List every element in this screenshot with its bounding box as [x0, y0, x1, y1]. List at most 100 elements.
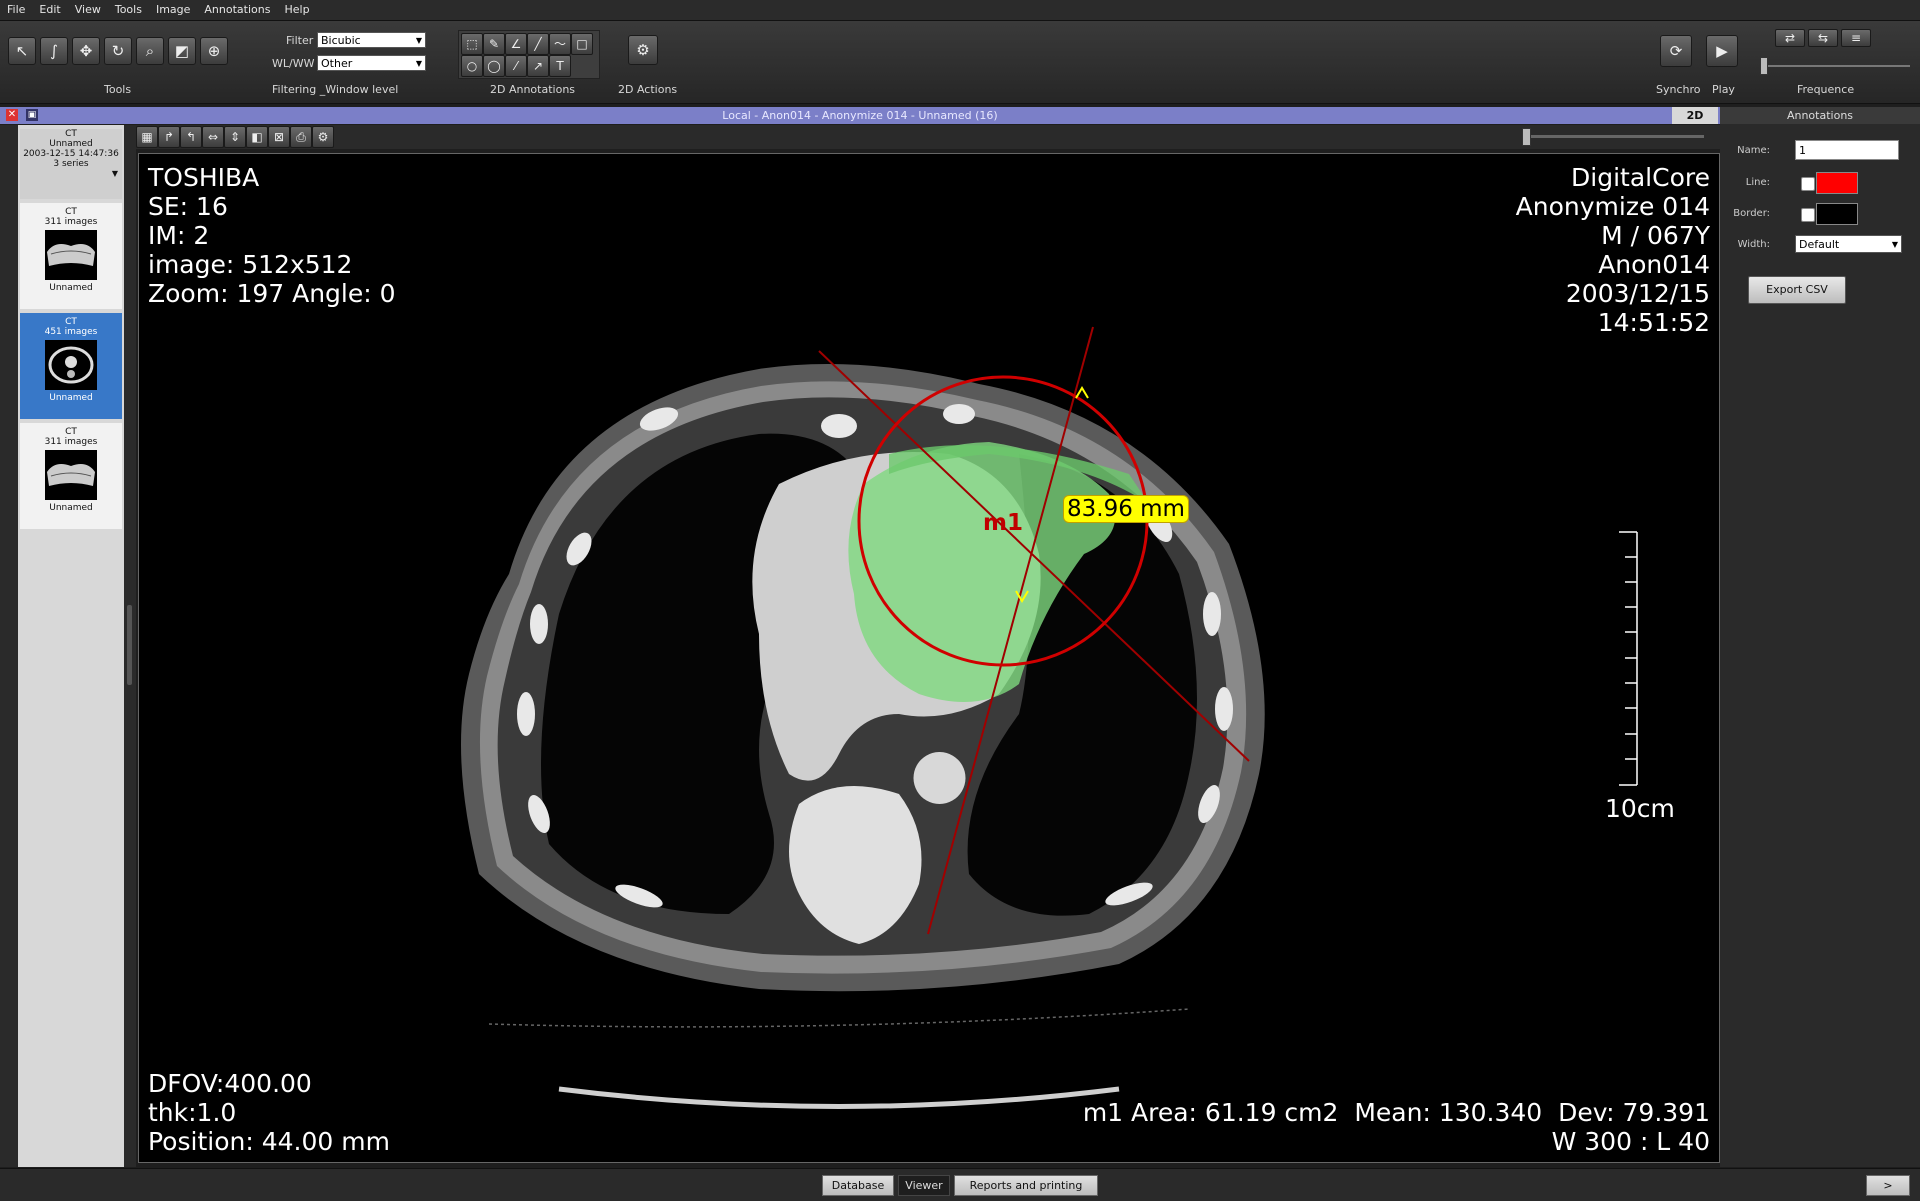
- layout-grid-icon[interactable]: ▦: [136, 126, 158, 148]
- overlay-image-number: IM: 2: [148, 221, 210, 250]
- annotation-tools-panel: ⬚ ✎ ∠ ╱ 〜 □ ○ ◯ ⁄ ↗ T: [458, 30, 600, 79]
- width-select[interactable]: Default ▼: [1795, 235, 1902, 253]
- menu-edit[interactable]: Edit: [32, 0, 67, 20]
- crosshair-tool-icon[interactable]: ⊕: [200, 37, 228, 65]
- play-icon[interactable]: ▶: [1706, 35, 1738, 67]
- rectangle-icon[interactable]: □: [571, 33, 593, 55]
- scale-bar: [1619, 531, 1638, 786]
- frequence-label: Frequence: [1797, 83, 1855, 96]
- frequence-slider-handle[interactable]: [1760, 57, 1768, 75]
- frequence-slider[interactable]: [1760, 65, 1910, 67]
- study-date: 2003-12-15 14:47:36: [23, 149, 119, 159]
- pencil-icon[interactable]: ✎: [483, 33, 505, 55]
- overlay-manufacturer: TOSHIBA: [148, 163, 260, 192]
- wlww-select[interactable]: Other ▼: [317, 55, 426, 71]
- zoom-tool-icon[interactable]: ⌕: [136, 37, 164, 65]
- series-image-count: 311 images: [44, 437, 98, 447]
- series-item-1[interactable]: CT 311 images Unnamed: [20, 203, 122, 309]
- overlay-date: 2003/12/15: [1565, 279, 1710, 308]
- overlay-series: SE: 16: [148, 192, 228, 221]
- menu-image[interactable]: Image: [149, 0, 197, 20]
- chevron-down-icon[interactable]: ▼: [20, 169, 122, 178]
- roi-label[interactable]: m1: [983, 510, 1023, 536]
- tab-reports[interactable]: Reports and printing: [954, 1175, 1098, 1196]
- invert-icon[interactable]: ◧: [246, 126, 268, 148]
- polyline-icon[interactable]: 〜: [549, 33, 571, 55]
- filtering-group-label: Filtering _Window level: [272, 83, 399, 96]
- line-checkbox[interactable]: [1801, 177, 1815, 191]
- menu-help[interactable]: Help: [277, 0, 316, 20]
- viewer-toolbar: ▦ ↱ ↰ ⇔ ⇕ ◧ ⊠ ⎙ ⚙: [136, 125, 1720, 149]
- overlay-roi-stats: m1 Area: 61.19 cm2 Mean: 130.340 Dev: 79…: [1082, 1098, 1710, 1127]
- study-item[interactable]: CT Unnamed 2003-12-15 14:47:36 3 series …: [20, 129, 122, 199]
- slice-slider-handle[interactable]: [1522, 128, 1531, 146]
- series-modality: CT: [65, 427, 77, 437]
- pan-tool-icon[interactable]: ✥: [72, 37, 100, 65]
- overlay-patient-id: Anon014: [1598, 250, 1710, 279]
- bounce-icon[interactable]: ⇆: [1808, 29, 1838, 47]
- series-name: Unnamed: [49, 393, 93, 403]
- rotate-left-icon[interactable]: ↰: [180, 126, 202, 148]
- slice-slider[interactable]: [1524, 135, 1704, 138]
- overlay-sex-age: M / 067Y: [1601, 221, 1710, 250]
- annotation-name-input[interactable]: [1795, 140, 1899, 160]
- menu-view[interactable]: View: [68, 0, 108, 20]
- ct-table: [558, 1086, 1120, 1109]
- splitter[interactable]: [124, 125, 136, 1167]
- menu-bar: File Edit View Tools Image Annotations Help: [0, 0, 1920, 21]
- synchro-icon[interactable]: ⟳: [1660, 35, 1692, 67]
- rect-select-icon[interactable]: ⬚: [461, 33, 483, 55]
- pointer-tool-icon[interactable]: ↖: [8, 37, 36, 65]
- overlay-top-right: DigitalCore Anonymize 014 M / 067Y Anon0…: [1516, 163, 1710, 337]
- series-item-2[interactable]: CT 451 images Unnamed: [20, 313, 122, 419]
- line-color-swatch[interactable]: [1816, 172, 1858, 194]
- filter-label: Filter: [286, 34, 314, 47]
- overlay-top-left: TOSHIBA SE: 16 IM: 2 image: 512x512 Zoom…: [148, 163, 396, 308]
- reset-icon[interactable]: ⊠: [268, 126, 290, 148]
- contour-tool-icon[interactable]: ∫: [40, 37, 68, 65]
- overlay-bottom-right: m1 Area: 61.19 cm2 Mean: 130.340 Dev: 79…: [1083, 1098, 1710, 1156]
- study-name: Unnamed: [49, 139, 93, 149]
- freehand-icon[interactable]: ⁄: [505, 55, 527, 77]
- tools-group-label: Tools: [104, 83, 132, 96]
- next-button[interactable]: >: [1866, 1175, 1910, 1196]
- menu-file[interactable]: File: [0, 0, 32, 20]
- series-modality: CT: [65, 317, 77, 327]
- series-thumbnail: [45, 450, 97, 500]
- loop-icon[interactable]: ⇄: [1775, 29, 1805, 47]
- splitter-handle[interactable]: [127, 605, 132, 685]
- settings-icon[interactable]: ⚙: [312, 126, 334, 148]
- image-viewport[interactable]: TOSHIBA SE: 16 IM: 2 image: 512x512 Zoom…: [138, 153, 1720, 1163]
- mode-badge[interactable]: 2D: [1672, 107, 1718, 124]
- line-icon[interactable]: ╱: [527, 33, 549, 55]
- arrow-icon[interactable]: ↗: [527, 55, 549, 77]
- overlay-institution: DigitalCore: [1571, 163, 1710, 192]
- rotate-right-icon[interactable]: ↱: [158, 126, 180, 148]
- angle-icon[interactable]: ∠: [505, 33, 527, 55]
- tab-viewer[interactable]: Viewer: [898, 1175, 950, 1196]
- measurement-label[interactable]: 83.96 mm: [1063, 495, 1189, 523]
- ellipse-icon[interactable]: ◯: [483, 55, 505, 77]
- flip-vertical-icon[interactable]: ⇕: [224, 126, 246, 148]
- border-color-swatch[interactable]: [1816, 203, 1858, 225]
- series-item-3[interactable]: CT 311 images Unnamed: [20, 423, 122, 529]
- series-image-count: 311 images: [44, 217, 98, 227]
- text-icon[interactable]: T: [549, 55, 571, 77]
- menu-annotations[interactable]: Annotations: [197, 0, 277, 20]
- filter-select[interactable]: Bicubic ▼: [317, 32, 426, 48]
- gear-icon[interactable]: ⚙: [628, 35, 658, 65]
- border-label: Border:: [1733, 208, 1770, 219]
- reverse-icon[interactable]: ≡: [1841, 29, 1871, 47]
- border-checkbox[interactable]: [1801, 208, 1815, 222]
- window-level-tool-icon[interactable]: ◩: [168, 37, 196, 65]
- actions-group-label: 2D Actions: [618, 83, 678, 96]
- export-csv-button[interactable]: Export CSV: [1748, 276, 1846, 304]
- circle-icon[interactable]: ○: [461, 55, 483, 77]
- menu-tools[interactable]: Tools: [108, 0, 149, 20]
- rotate-tool-icon[interactable]: ↻: [104, 37, 132, 65]
- series-name: Unnamed: [49, 283, 93, 293]
- overlay-time: 14:51:52: [1597, 308, 1710, 337]
- flip-horizontal-icon[interactable]: ⇔: [202, 126, 224, 148]
- print-icon[interactable]: ⎙: [290, 126, 312, 148]
- tab-database[interactable]: Database: [822, 1175, 894, 1196]
